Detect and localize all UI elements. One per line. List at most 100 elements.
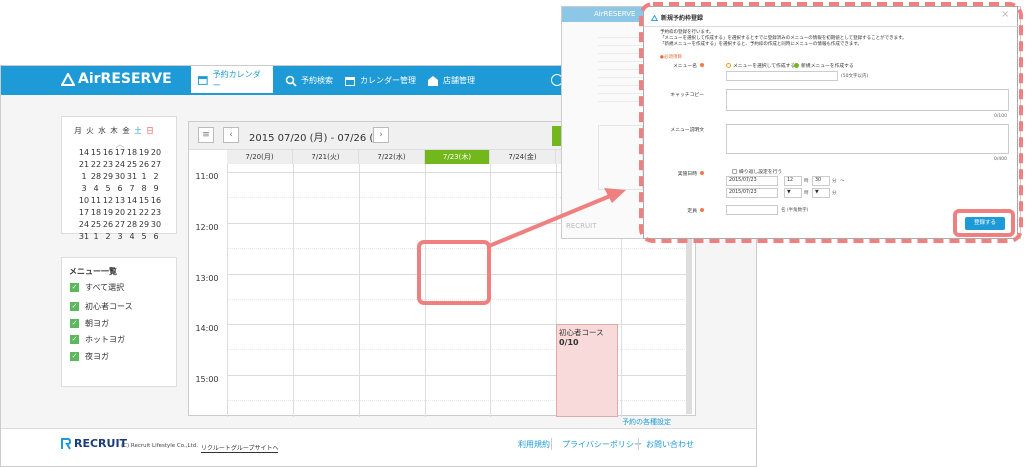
nav-store-management[interactable]: 店舗管理 <box>421 66 481 95</box>
mini-calendar-day[interactable]: 11 <box>90 195 102 207</box>
mini-calendar-day[interactable]: 10 <box>78 195 90 207</box>
mini-calendar-day[interactable]: 5 <box>102 183 114 195</box>
start-hour-select[interactable]: 12 <box>784 176 802 186</box>
mini-calendar-day[interactable]: 22 <box>90 159 102 171</box>
mini-calendar-day[interactable]: 20 <box>150 147 162 159</box>
mini-calendar-day[interactable]: 31 <box>78 231 90 243</box>
label-text: 定員 <box>687 209 697 214</box>
mini-calendar-day[interactable]: 29 <box>138 219 150 231</box>
close-icon[interactable]: × <box>1001 9 1009 20</box>
mini-calendar-day[interactable]: 17 <box>78 207 90 219</box>
mini-calendar-day[interactable]: 22 <box>138 207 150 219</box>
mini-calendar-day[interactable]: 30 <box>150 219 162 231</box>
mini-calendar-day[interactable]: 2 <box>150 171 162 183</box>
mini-calendar-day[interactable]: 18 <box>126 147 138 159</box>
mini-calendar-day[interactable]: 9 <box>150 183 162 195</box>
mini-calendar-day[interactable]: 28 <box>126 219 138 231</box>
mini-calendar-day[interactable]: 27 <box>114 219 126 231</box>
next-week-button[interactable]: › <box>373 127 389 143</box>
menu-description-input[interactable] <box>726 124 1009 154</box>
recruit-logo[interactable]: RECRUIT <box>61 437 127 450</box>
nav-reservation-calendar[interactable]: 予約カレンダー <box>191 66 273 95</box>
weekday: 火 <box>86 126 94 135</box>
brand-mark-icon <box>61 72 75 86</box>
mini-calendar-day[interactable]: 31 <box>126 171 138 183</box>
radio-new-menu[interactable]: 新規メニューを作成する <box>794 62 854 69</box>
end-date-input[interactable]: 2015/07/23 <box>726 188 778 198</box>
mini-calendar-day[interactable]: 16 <box>150 195 162 207</box>
mini-calendar-day[interactable]: 15 <box>90 147 102 159</box>
mini-calendar-day[interactable]: 19 <box>138 147 150 159</box>
mini-calendar-day[interactable]: 14 <box>78 147 90 159</box>
capacity-input[interactable] <box>726 205 778 215</box>
mini-calendar-day[interactable]: 21 <box>126 207 138 219</box>
menu-item[interactable]: ✓ 夜ヨガ <box>70 351 109 362</box>
mini-calendar-day[interactable]: 4 <box>90 183 102 195</box>
menu-item[interactable]: ✓ ホットヨガ <box>70 334 125 345</box>
mini-calendar-day[interactable]: 12 <box>102 195 114 207</box>
privacy-link[interactable]: プライバシーポリシー <box>562 439 642 450</box>
reservation-settings-link[interactable]: 予約の各種設定 <box>622 417 671 427</box>
mini-calendar-day[interactable]: 6 <box>150 231 162 243</box>
start-date-input[interactable]: 2015/07/23 <box>726 176 778 186</box>
mini-calendar-day[interactable]: 26 <box>102 219 114 231</box>
mini-calendar-day[interactable]: 3 <box>78 183 90 195</box>
intro-line: 「新規メニューを作成する」を選択すると、予約枠の作成と同時にメニューの情報も作成… <box>660 42 862 47</box>
half-hour-line <box>227 299 687 300</box>
group-site-link[interactable]: リクルートグループサイトへ <box>201 443 279 453</box>
menu-item[interactable]: ✓ 朝ヨガ <box>70 318 109 329</box>
mini-calendar-day[interactable]: 25 <box>90 219 102 231</box>
menu-name-input[interactable] <box>726 71 838 81</box>
start-minute-select[interactable]: 30 <box>812 176 830 186</box>
end-hour-select[interactable]: ▼ <box>784 188 802 198</box>
mini-calendar-day[interactable]: 28 <box>90 171 102 183</box>
mini-calendar-day[interactable]: 24 <box>114 159 126 171</box>
mini-calendar-day[interactable]: 3 <box>114 231 126 243</box>
mini-calendar-day[interactable]: 14 <box>126 195 138 207</box>
mini-calendar-day[interactable]: 13 <box>114 195 126 207</box>
time-label: 13:00 <box>195 274 219 283</box>
mini-calendar-day[interactable]: 29 <box>102 171 114 183</box>
day-header: 7/24(金) <box>490 150 556 164</box>
mini-calendar-day[interactable]: 4 <box>126 231 138 243</box>
mini-calendar-day[interactable]: 27 <box>150 159 162 171</box>
mini-calendar-day[interactable]: 23 <box>150 207 162 219</box>
mini-calendar-day[interactable]: 21 <box>78 159 90 171</box>
nav-label: 予約検索 <box>301 76 333 85</box>
catch-copy-input[interactable] <box>726 89 1009 111</box>
nav-calendar-management[interactable]: カレンダー管理 <box>338 66 422 95</box>
mini-calendar-day[interactable]: 23 <box>102 159 114 171</box>
mini-calendar-day[interactable]: 19 <box>102 207 114 219</box>
mini-calendar-day[interactable]: 15 <box>138 195 150 207</box>
mini-calendar-day[interactable]: 25 <box>126 159 138 171</box>
mini-calendar-day[interactable]: 30 <box>114 171 126 183</box>
mini-calendar-day[interactable]: 1 <box>138 171 150 183</box>
radio-select-menu[interactable]: メニューを選択して作成する <box>726 62 795 69</box>
menu-select-all[interactable]: ✓ すべて選択 <box>70 282 124 293</box>
mini-calendar-day[interactable]: 17 <box>114 147 126 159</box>
mini-calendar-day[interactable]: 6 <box>114 183 126 195</box>
terms-link[interactable]: 利用規約 <box>518 439 550 450</box>
reservation-slot[interactable]: 初心者コース 0/10 <box>556 324 618 417</box>
end-minute-select[interactable]: ▼ <box>812 188 830 198</box>
register-button[interactable]: 登録する <box>965 217 1005 230</box>
menu-toggle-icon[interactable]: ≡ <box>198 127 214 143</box>
menu-item[interactable]: ✓ 初心者コース <box>70 301 133 312</box>
prev-week-button[interactable]: ‹ <box>223 127 239 143</box>
repeat-checkbox[interactable]: 繰り返し設定を行う <box>732 168 782 175</box>
mini-calendar-day[interactable]: 1 <box>90 231 102 243</box>
mini-calendar-day[interactable]: 5 <box>138 231 150 243</box>
mini-calendar-day[interactable]: 2 <box>102 231 114 243</box>
brand-logo[interactable]: AirRESERVE <box>61 71 172 87</box>
mini-calendar-day[interactable]: 20 <box>114 207 126 219</box>
mini-calendar-day[interactable]: 1 <box>78 171 90 183</box>
mini-calendar-day[interactable]: 8 <box>138 183 150 195</box>
mini-calendar-day[interactable]: 16 <box>102 147 114 159</box>
nav-reservation-search[interactable]: 予約検索 <box>279 66 339 95</box>
mini-calendar-day[interactable]: 26 <box>138 159 150 171</box>
mini-calendar-day[interactable]: 24 <box>78 219 90 231</box>
mini-calendar-day[interactable]: 18 <box>90 207 102 219</box>
contact-link[interactable]: お問い合わせ <box>646 439 694 450</box>
mini-calendar-day[interactable]: 7 <box>126 183 138 195</box>
chevron-up-icon[interactable]: ︿ <box>114 137 126 150</box>
